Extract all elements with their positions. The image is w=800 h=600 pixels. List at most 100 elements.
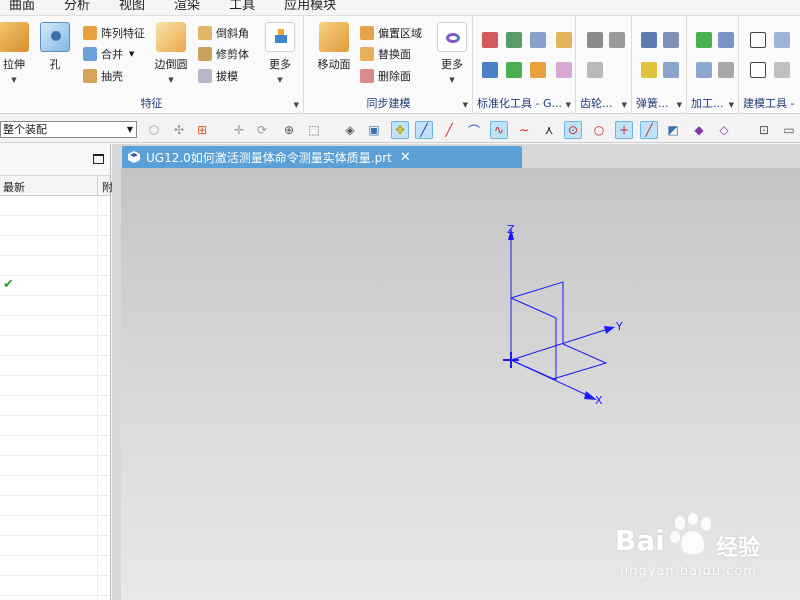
chevron-down-icon[interactable]: ▼ [258,76,302,84]
menu-surface[interactable]: 曲面 [9,0,35,13]
chevron-down-icon[interactable]: ▼ [463,101,468,109]
machining-tool-icon[interactable] [718,32,734,48]
list-item[interactable] [0,336,110,356]
list-item[interactable] [0,216,110,236]
move-face-button[interactable]: 移动面 [312,22,356,72]
offset-region-button[interactable]: 偏置区域 [360,24,422,42]
draft-button[interactable]: 拔模 [198,67,238,85]
list-item[interactable] [0,556,110,576]
modeling-tool-icon[interactable] [774,32,790,48]
std-tool-icon-8[interactable] [556,62,572,78]
chevron-down-icon[interactable]: ▼ [430,76,474,84]
list-item[interactable] [0,496,110,516]
column-latest[interactable]: 最新 [3,179,25,195]
chevron-down-icon[interactable]: ▼ [149,76,193,84]
gear-tool-icon[interactable] [587,62,603,78]
machining-tool-icon[interactable] [718,62,734,78]
column-other[interactable]: 附 [97,176,113,196]
body-snap-icon[interactable]: ◆ [690,121,708,139]
triangle-icon[interactable] [750,32,766,48]
list-item[interactable] [0,436,110,456]
end-point-icon[interactable]: ╱ [640,121,658,139]
select-icon[interactable]: ✣ [170,121,188,139]
face-snap-icon[interactable]: ◩ [664,121,682,139]
menu-application[interactable]: 应用模块 [284,0,336,13]
chevron-down-icon[interactable]: ▼ [0,76,36,84]
curve-snap-icon[interactable]: ⌒ [465,121,483,139]
midpoint-snap-icon[interactable]: ╱ [440,121,458,139]
chevron-down-icon[interactable]: ▼ [677,101,682,109]
quadrant-icon[interactable]: ○ [590,121,608,139]
chamfer-button[interactable]: 倒斜角 [198,24,249,42]
list-item[interactable] [0,476,110,496]
menu-render[interactable]: 渲染 [174,0,200,13]
document-tab[interactable]: UG12.0如何激活测量体命令测量实体质量.prt ✕ [122,146,522,168]
list-item[interactable]: ✔ [0,276,110,296]
control-point-icon[interactable]: ∿ [490,121,508,139]
intersection-icon[interactable]: ⋏ [540,121,558,139]
menu-analysis[interactable]: 分析 [64,0,90,13]
spring-tool-icon[interactable] [663,32,679,48]
list-item[interactable] [0,596,110,600]
line-snap-icon[interactable]: ╱ [415,121,433,139]
machining-tool-icon[interactable] [696,62,712,78]
graphics-viewport[interactable]: Z Y X Bai 经验 jingyan.baidu.com [121,168,800,600]
spring-icon[interactable] [641,32,657,48]
std-tool-icon-2[interactable] [506,32,522,48]
feature-more-button[interactable]: 更多 ▼ [258,22,302,84]
snap-icon[interactable]: ⊞ [193,121,211,139]
view-icon[interactable]: ▭ [780,121,798,139]
pattern-feature-button[interactable]: 阵列特征 [83,24,145,42]
group-select-icon[interactable]: ⊕ [280,121,298,139]
machining-check-icon[interactable] [696,32,712,48]
chevron-down-icon[interactable]: ▼ [566,101,571,109]
move-icon[interactable]: ✛ [230,121,248,139]
chevron-down-icon[interactable]: ▼ [729,101,734,109]
arc-center-icon[interactable]: ⊙ [564,121,582,139]
gear-icon[interactable] [609,32,625,48]
chevron-down-icon[interactable]: ▼ [129,50,134,58]
rotate-icon[interactable]: ⟳ [253,121,271,139]
modeling-tool-icon[interactable] [774,62,790,78]
existing-point-icon[interactable]: + [615,121,633,139]
extrude-button[interactable]: 拉伸 ▼ [0,22,36,84]
spring-tool-icon[interactable] [663,62,679,78]
list-item[interactable] [0,516,110,536]
std-tool-icon-6[interactable] [506,62,522,78]
polyline-icon[interactable]: ◇ [715,121,733,139]
trim-body-button[interactable]: 修剪体 [198,45,249,63]
list-item[interactable] [0,236,110,256]
list-item[interactable] [0,256,110,276]
filter-icon[interactable]: ⬡ [145,121,163,139]
list-item[interactable] [0,416,110,436]
list-item[interactable] [0,396,110,416]
sync-more-button[interactable]: 更多 ▼ [430,22,474,84]
list-item[interactable] [0,316,110,336]
delete-face-button[interactable]: 删除面 [360,67,411,85]
assembly-filter-select[interactable]: 整个装配 ▼ [0,121,137,138]
std-tool-icon-5[interactable] [482,62,498,78]
shell-button[interactable]: 抽壳 [83,67,123,85]
list-item[interactable] [0,376,110,396]
modeling-tool-icon[interactable] [750,62,766,78]
hole-button[interactable]: 孔 [33,22,77,72]
maximize-icon[interactable] [93,154,104,164]
list-item[interactable] [0,296,110,316]
rectangle-select-icon[interactable]: ⬚ [305,121,323,139]
zoom-icon[interactable]: ⊡ [755,121,773,139]
menu-tools[interactable]: 工具 [229,0,255,13]
std-tool-icon-7[interactable] [530,62,546,78]
list-item[interactable] [0,356,110,376]
std-tool-icon-1[interactable] [482,32,498,48]
list-item[interactable] [0,576,110,596]
spline-icon[interactable]: ∼ [515,121,533,139]
list-item[interactable] [0,196,110,216]
chevron-down-icon[interactable]: ▼ [294,101,299,109]
list-item[interactable] [0,536,110,556]
spring-tool-icon[interactable] [641,62,657,78]
edge-blend-button[interactable]: 边倒圆 ▼ [149,22,193,84]
replace-face-button[interactable]: 替换面 [360,45,411,63]
chevron-down-icon[interactable]: ▼ [622,101,627,109]
list-item[interactable] [0,456,110,476]
cube-icon[interactable]: ▣ [365,121,383,139]
